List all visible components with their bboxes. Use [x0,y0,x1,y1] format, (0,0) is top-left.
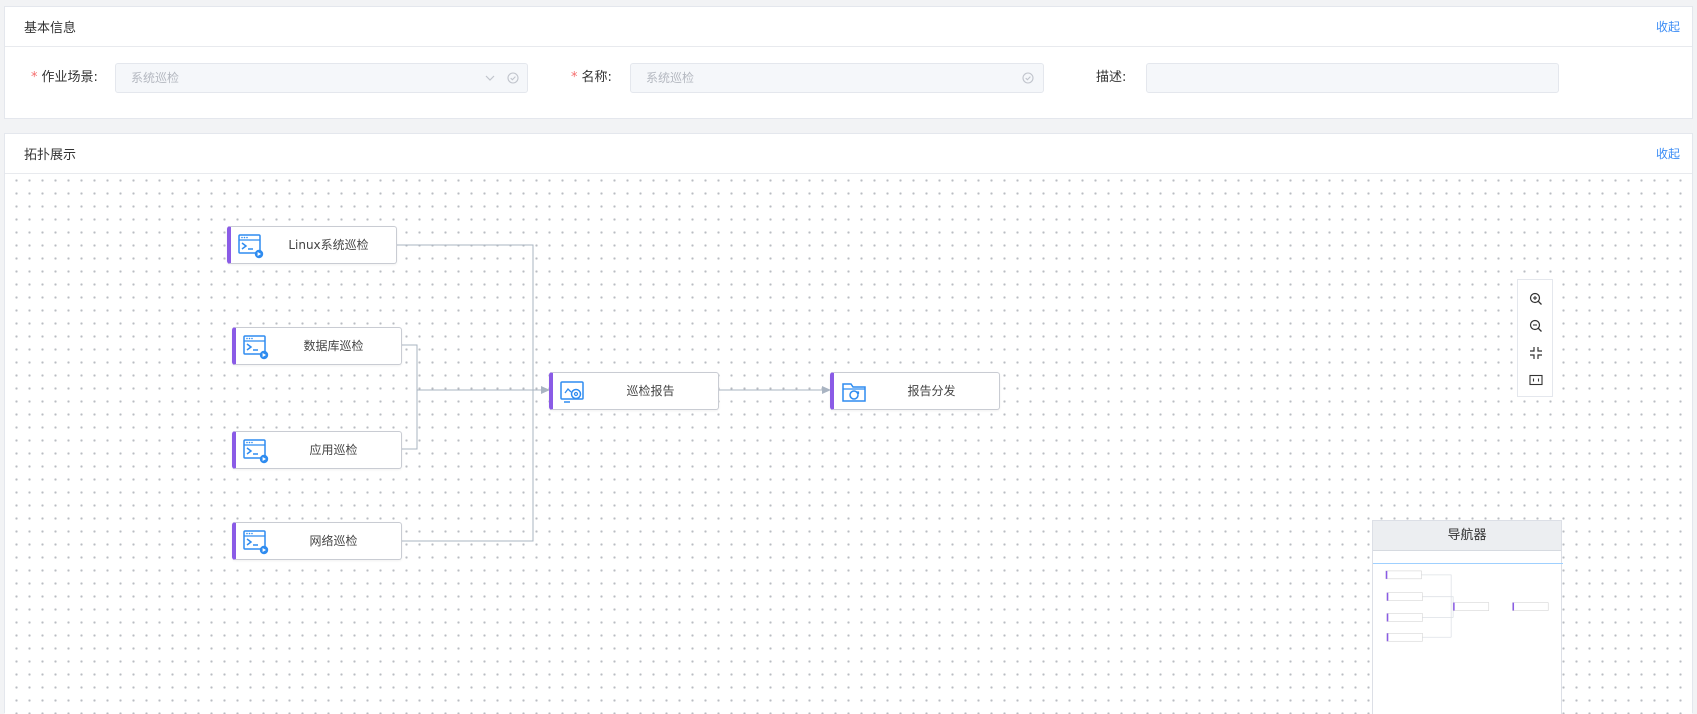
minimap-title: 导航器 [1373,521,1561,551]
check-circle-icon [507,72,519,84]
node-database[interactable]: 数据库巡检 [232,327,402,365]
basic-info-title: 基本信息 [24,21,77,36]
topology-collapse-button[interactable]: 收起 [1656,145,1680,162]
minimap-preview [1373,563,1563,642]
zoom-in-icon[interactable] [1528,291,1544,307]
node-linux[interactable]: Linux系统巡检 [227,226,397,264]
node-label: 数据库巡检 [303,339,364,353]
edge-application-report [402,390,418,450]
topology-title: 拓扑展示 [24,148,77,163]
desc-label: 描述: [1096,70,1127,85]
fit-view-icon[interactable] [1528,345,1544,361]
actual-size-icon[interactable] [1528,372,1544,388]
scene-select[interactable]: 系统巡检 [115,63,528,93]
check-circle-icon [1022,72,1034,84]
basic-info-panel: 基本信息 收起 * 作业场景: 系统巡检 * 名称: 系统巡检 描述: [4,6,1693,119]
topology-header: 拓扑展示 收起 [5,134,1692,174]
name-value: 系统巡检 [646,71,695,85]
basic-info-header: 基本信息 收起 [5,7,1692,47]
node-label: Linux系统巡检 [288,238,369,252]
zoom-toolbar [1517,279,1553,397]
node-label: 巡检报告 [626,384,675,398]
zoom-out-icon[interactable] [1528,318,1544,334]
name-label: * 名称: [571,70,612,85]
topology-canvas[interactable]: Linux系统巡检 数据库巡检 应用巡检 网络巡检 巡检报告 报告分发 导航器 [5,174,1692,714]
node-network[interactable]: 网络巡检 [232,522,402,560]
scene-label: * 作业场景: [31,70,98,85]
basic-info-form: * 作业场景: 系统巡检 * 名称: 系统巡检 描述: [5,63,1692,93]
desc-input[interactable] [1146,63,1559,93]
chevron-down-icon [485,75,495,81]
node-label: 应用巡检 [309,443,358,457]
topology-panel: 拓扑展示 收起 Linux系统巡检 数据库巡检 应用巡检 网络巡检 巡检报告 报… [4,133,1693,714]
scene-value: 系统巡检 [131,71,180,85]
node-label: 网络巡检 [309,534,358,548]
node-application[interactable]: 应用巡检 [232,431,402,469]
name-input[interactable]: 系统巡检 [630,63,1044,93]
node-report[interactable]: 巡检报告 [549,372,719,410]
node-distribute[interactable]: 报告分发 [830,372,1000,410]
minimap[interactable]: 导航器 [1372,520,1563,714]
node-label: 报告分发 [907,384,956,398]
required-mark: * [31,70,38,85]
edge-database-report [402,344,418,390]
basic-info-collapse-button[interactable]: 收起 [1656,18,1680,35]
